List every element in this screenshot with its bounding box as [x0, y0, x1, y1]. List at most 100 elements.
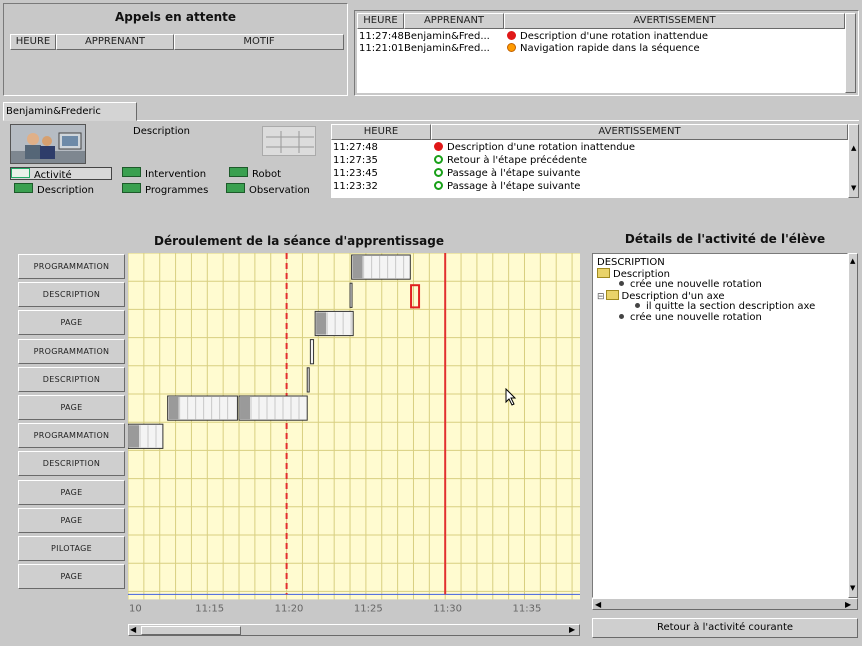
legend-activite[interactable]: Activité: [10, 167, 112, 181]
legend-label: Intervention: [145, 169, 207, 180]
learner-warnings-list: 11:27:48 Description d'une rotation inat…: [331, 140, 848, 198]
timeline-row-label[interactable]: PROGRAMMATION: [18, 338, 125, 364]
warning-learner: Benjamin&Fred...: [404, 31, 490, 42]
col-header-heure[interactable]: HEURE: [10, 34, 56, 50]
green-status-icon: [434, 155, 443, 164]
tab-divider: [137, 120, 859, 121]
activity-block-shade: [129, 425, 139, 448]
details-panel: Détails de l'activité de l'élève DESCRIP…: [590, 226, 860, 640]
intervention-swatch-icon: [122, 167, 141, 177]
timeline-row-label[interactable]: PAGE: [18, 564, 125, 590]
global-warnings-panel: HEURE APPRENANT AVERTISSEMENT 11:27:48 B…: [354, 10, 859, 96]
horizontal-scrollbar[interactable]: ◀ ▶: [592, 598, 858, 610]
table-row[interactable]: 11:23:32 Passage à l'étape suivante: [331, 181, 848, 193]
tree-item[interactable]: DESCRIPTION: [597, 257, 665, 268]
timeline-row-label[interactable]: PAGE: [18, 395, 125, 420]
legend-intervention[interactable]: Intervention: [122, 167, 206, 180]
timeline-row-label[interactable]: PROGRAMMATION: [18, 423, 125, 449]
warning-message: Description d'une rotation inattendue: [447, 142, 636, 153]
warning-message: Passage à l'étape suivante: [447, 181, 581, 192]
tree-item-label: il quitte la section description axe: [646, 301, 816, 312]
scroll-right-arrow-icon[interactable]: ▶: [569, 626, 575, 634]
table-row[interactable]: 11:27:35 Retour à l'étape précédente: [331, 155, 848, 167]
warning-message: Retour à l'étape précédente: [447, 155, 587, 166]
warning-message-cell: Navigation rapide dans la séquence: [507, 43, 700, 55]
col-header-heure[interactable]: HEURE: [357, 13, 404, 29]
activity-block-shade: [240, 397, 251, 420]
robot-swatch-icon: [229, 167, 248, 177]
vertical-scrollbar[interactable]: ▲ ▼: [848, 124, 859, 198]
timeline-row-label[interactable]: DESCRIPTION: [18, 282, 125, 308]
legend-label: Observation: [249, 185, 310, 196]
scroll-up-arrow-icon[interactable]: ▲: [850, 257, 855, 265]
warning-message-cell: Passage à l'étape suivante: [434, 181, 580, 193]
col-header-apprenant[interactable]: APPRENANT: [404, 13, 504, 29]
observation-swatch-icon: [226, 183, 245, 193]
legend-programmes[interactable]: Programmes: [122, 183, 208, 196]
red-status-icon: [434, 142, 443, 151]
scroll-right-arrow-icon[interactable]: ▶: [845, 600, 851, 609]
return-current-activity-button[interactable]: Retour à l'activité courante: [592, 618, 858, 638]
x-tick-label: 11:15: [195, 603, 224, 613]
warning-time: 11:27:35: [333, 155, 378, 166]
timeline-row-label[interactable]: PAGE: [18, 507, 125, 533]
timeline-row-label[interactable]: PAGE: [18, 479, 125, 505]
scroll-down-arrow-icon[interactable]: ▼: [851, 185, 856, 192]
warning-message-cell: Retour à l'étape précédente: [434, 155, 587, 167]
col-header-heure[interactable]: HEURE: [331, 124, 431, 140]
description-swatch-icon: [14, 183, 33, 193]
timeline-row-label[interactable]: DESCRIPTION: [18, 451, 125, 477]
warning-time: 11:23:45: [333, 168, 378, 179]
timeline-row-label[interactable]: PROGRAMMATION: [18, 254, 125, 279]
table-row[interactable]: 11:21:01 Benjamin&Fred... Navigation rap…: [357, 43, 845, 55]
vertical-scrollbar[interactable]: [845, 13, 856, 93]
legend-observation[interactable]: Observation: [226, 183, 310, 196]
timeline-title: Déroulement de la séance d'apprentissage: [154, 234, 444, 248]
x-tick-label: 11:25: [354, 603, 383, 613]
timeline-row-label[interactable]: PILOTAGE: [18, 536, 125, 561]
vertical-scrollbar[interactable]: ▲ ▼: [848, 253, 858, 598]
table-row[interactable]: 11:27:48 Benjamin&Fred... Description d'…: [357, 31, 845, 43]
legend-description[interactable]: Description: [14, 183, 94, 196]
x-tick-label: 11:35: [512, 603, 541, 613]
tree-item[interactable]: crée une nouvelle rotation: [613, 279, 762, 290]
table-row[interactable]: 11:27:48 Description d'une rotation inat…: [331, 142, 848, 154]
col-header-avertissement[interactable]: AVERTISSEMENT: [504, 13, 845, 29]
tree-item-label: crée une nouvelle rotation: [630, 279, 762, 290]
scroll-down-arrow-icon[interactable]: ▼: [850, 584, 855, 592]
x-tick-label: 11:20: [275, 603, 304, 613]
mouse-cursor-icon: [505, 388, 517, 406]
description-thumbnail: [262, 126, 316, 156]
scroll-left-arrow-icon[interactable]: ◀: [595, 600, 601, 609]
tree-expander-icon[interactable]: ⊟: [597, 292, 605, 302]
activity-swatch-icon: [11, 168, 30, 178]
col-header-motif[interactable]: MOTIF: [174, 34, 344, 50]
timeline-panel: Déroulement de la séance d'apprentissage…: [14, 226, 584, 640]
table-row[interactable]: 11:23:45 Passage à l'étape suivante: [331, 168, 848, 180]
red-status-icon: [507, 31, 516, 40]
scroll-up-arrow-icon[interactable]: ▲: [851, 145, 856, 152]
timeline-row-label[interactable]: DESCRIPTION: [18, 366, 125, 392]
waiting-calls-panel: Appels en attente HEURE APPRENANT MOTIF: [3, 3, 348, 96]
col-header-apprenant[interactable]: APPRENANT: [56, 34, 174, 50]
tree-item[interactable]: crée une nouvelle rotation: [613, 312, 762, 323]
learner-photo: [10, 124, 86, 164]
warning-message: Navigation rapide dans la séquence: [520, 43, 700, 54]
legend-robot[interactable]: Robot: [229, 167, 281, 180]
scroll-left-arrow-icon[interactable]: ◀: [130, 626, 136, 634]
folder-icon: [597, 268, 610, 278]
scrollbar-thumb[interactable]: [141, 626, 241, 635]
horizontal-scrollbar[interactable]: ◀ ▶: [128, 624, 580, 636]
details-title: Détails de l'activité de l'élève: [624, 232, 826, 246]
legend-label: Activité: [34, 170, 72, 181]
description-label: Description: [133, 126, 190, 137]
timeline-row-label[interactable]: PAGE: [18, 310, 125, 336]
tree-item[interactable]: il quitte la section description axe: [629, 301, 815, 312]
activity-block: [309, 339, 315, 365]
green-status-icon: [434, 181, 443, 190]
learner-tab[interactable]: Benjamin&Frederic: [3, 102, 137, 121]
timeline-chart: 10 11:15 11:20 11:25 11:30 11:35: [128, 253, 580, 613]
legend-label: Description: [37, 185, 94, 196]
col-header-avertissement[interactable]: AVERTISSEMENT: [431, 124, 848, 140]
x-tick-label: 11:30: [433, 603, 462, 613]
